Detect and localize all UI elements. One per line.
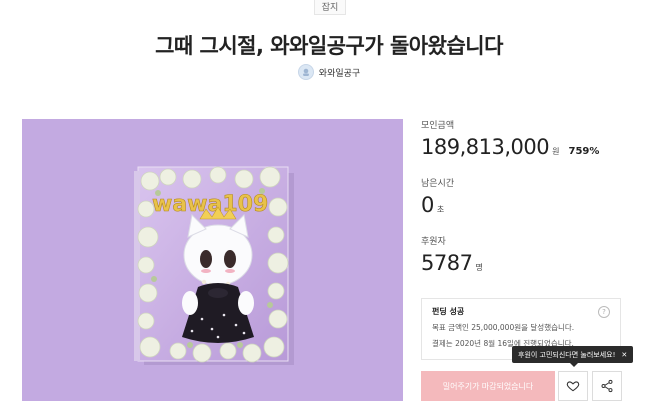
funding-stats: 모인금액 189,813,000 원 759% 남은시간 0 초 후원자 578… <box>421 118 641 292</box>
close-icon[interactable]: ✕ <box>621 351 627 359</box>
share-icon <box>601 379 613 393</box>
creator-info[interactable]: 와와일공구 <box>0 64 658 80</box>
backers-unit: 명 <box>475 263 483 272</box>
creator-name[interactable]: 와와일공구 <box>319 66 360 79</box>
category-tag[interactable]: 잡지 <box>314 0 346 15</box>
raised-label: 모인금액 <box>421 121 455 131</box>
backers-count: 5787 <box>421 251 473 275</box>
time-left-label: 남은시간 <box>421 179 455 189</box>
like-button[interactable] <box>558 371 588 401</box>
raised-percent: 759% <box>568 146 600 157</box>
pledge-button[interactable]: 밀어주기가 마감되었습니다 <box>421 371 555 401</box>
heart-icon <box>566 381 580 392</box>
time-left-unit: 초 <box>436 205 445 214</box>
funding-goal-text: 목표 금액인 25,000,000원을 달성했습니다. <box>432 323 575 332</box>
page-title: 그때 그시절, 와와일공구가 돌아왔습니다 <box>155 34 503 58</box>
share-button[interactable] <box>592 371 622 401</box>
help-icon[interactable]: ? <box>598 306 610 318</box>
backers-label: 후원자 <box>421 237 446 247</box>
tooltip-text: 후원이 고민되신다면 눌러보세요! <box>518 350 616 359</box>
product-logo-text: wawa109 <box>152 192 268 217</box>
like-tooltip: 후원이 고민되신다면 눌러보세요! ✕ <box>512 346 634 367</box>
tooltip-arrow <box>570 363 578 367</box>
raised-amount: 189,813,000 <box>421 135 550 159</box>
raised-unit: 원 <box>552 147 560 156</box>
project-hero-image: wawa109 <box>22 119 403 401</box>
avatar <box>297 64 314 80</box>
time-left-value: 0 <box>421 193 434 217</box>
funding-status: 펀딩 성공 <box>432 307 465 316</box>
